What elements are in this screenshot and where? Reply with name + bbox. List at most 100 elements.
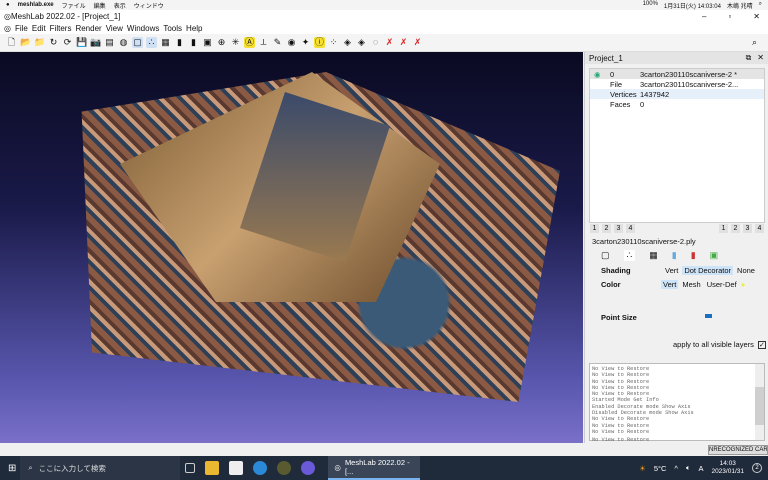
bbox-mode-icon[interactable]: ▢ [601,250,610,261]
menu-view[interactable]: View [106,24,123,33]
log-console[interactable]: No View to Restore No View to Restore No V… [589,363,765,443]
taskbar-clock[interactable]: 14:03 2023/01/31 [711,460,744,476]
store-icon[interactable] [229,461,244,475]
panel-close-icon[interactable]: ✕ [757,53,764,63]
layer-row[interactable]: ◉ 0 3carton230110scaniverse-2 * [590,69,764,79]
minimize-button[interactable]: – [702,12,706,21]
mac-menu-view[interactable]: 表示 [114,1,126,10]
align-icon[interactable]: ✳ [230,37,241,48]
sphere-icon[interactable]: ◍ [118,37,129,48]
volume-icon[interactable]: 🔈︎ [686,463,691,473]
weather-temp[interactable]: 5°C [654,464,667,473]
globe-icon[interactable]: ⊕ [216,37,227,48]
pick-icon[interactable]: ◉ [286,37,297,48]
status-badge: NRECOGNIZED CAR [708,445,768,455]
view-button[interactable]: 3 [614,224,623,233]
texture-icon[interactable]: ▣ [202,37,213,48]
shading-dot-decorator[interactable]: Dot Decorator [682,266,734,275]
save-icon[interactable]: 💾 [76,37,87,48]
paint-icon[interactable]: ✎ [272,37,283,48]
apple-icon[interactable]: ● [6,2,10,8]
annotation-icon[interactable]: Ⓐ [244,37,255,48]
menu-file[interactable]: File [15,24,28,33]
log-scrollbar[interactable] [755,364,764,440]
flat-mode-icon[interactable]: ▮ [672,250,677,261]
flat-icon[interactable]: ▮ [174,37,185,48]
color-user-def[interactable]: User-Def [705,280,739,289]
weather-icon[interactable]: ☀ [639,464,646,473]
visibility-icon[interactable]: ◉ [594,70,610,79]
zoom-icon[interactable]: ⌕ [749,37,760,48]
mac-app-name[interactable]: meshlab.exe [18,2,54,8]
smooth-icon[interactable]: ▮ [188,37,199,48]
shading-vert[interactable]: Vert [663,266,680,275]
mac-menu-window[interactable]: ウィンドウ [134,1,164,10]
notification-badge[interactable]: 2 [752,463,762,473]
wire-mode-icon[interactable]: ▦ [649,250,658,261]
ime-indicator[interactable]: A [698,464,703,473]
select-conn-icon[interactable]: ◈ [356,37,367,48]
3d-viewport[interactable] [0,52,583,443]
view-button[interactable]: 3 [743,224,752,233]
color-vert[interactable]: Vert [661,280,679,289]
open-project-icon[interactable]: 📁 [34,37,45,48]
menu-help[interactable]: Help [186,24,202,33]
layer-icon[interactable]: ▤ [104,37,115,48]
delete-face-icon[interactable]: ✗ [398,37,409,48]
smooth-mode-icon[interactable]: ▮ [691,250,696,261]
mac-menu-file[interactable]: ファイル [62,1,86,10]
edge-icon[interactable] [253,461,268,475]
new-file-icon[interactable]: 🗋 [6,37,17,48]
color-mesh[interactable]: Mesh [680,280,702,289]
apply-all-checkbox[interactable]: ✓ [757,340,766,349]
task-view-icon[interactable] [185,463,196,473]
open-icon[interactable]: 📂 [20,37,31,48]
restore-button[interactable]: ▫ [728,12,731,21]
measure-icon[interactable]: ⟂ [258,37,269,48]
view-button[interactable]: 1 [590,224,599,233]
mac-menu-edit[interactable]: 編集 [94,1,106,10]
mac-clock[interactable]: 1月31日(火) 14:03:04 [664,1,721,10]
tray-chevron-icon[interactable]: ^ [674,464,678,473]
copilot-icon[interactable] [301,461,316,475]
mac-menu-bar: ● meshlab.exe ファイル 編集 表示 ウィンドウ 100% 1月31… [0,0,768,10]
taskbar-search[interactable]: ⌕ ここに入力して検索 [20,456,181,480]
reload-all-icon[interactable]: ⟳ [62,37,73,48]
points-icon[interactable]: ∴ [146,37,157,48]
mac-user[interactable]: 木嶋 兆晴 [727,1,753,10]
close-button[interactable]: ✕ [753,12,760,21]
select-vert-icon[interactable]: ⁘ [328,37,339,48]
view-button[interactable]: 2 [731,224,740,233]
spotlight-icon[interactable]: ⌕ [759,1,762,10]
point-size-slider[interactable] [705,314,712,318]
shading-none[interactable]: None [735,266,757,275]
delete-all-icon[interactable]: ✗ [412,37,423,48]
battery-percent[interactable]: 100% [643,1,658,10]
wireframe-icon[interactable]: ▦ [160,37,171,48]
menu-render[interactable]: Render [75,24,101,33]
menu-windows[interactable]: Windows [127,24,159,33]
user-color-swatch[interactable]: ● [741,280,746,289]
view-button[interactable]: 4 [626,224,635,233]
windows-start-icon[interactable]: ⊞ [8,463,16,474]
texture-mode-icon[interactable]: ▣ [710,250,719,261]
view-button[interactable]: 4 [755,224,764,233]
view-button[interactable]: 2 [602,224,611,233]
menu-edit[interactable]: Edit [32,24,46,33]
taskbar-meshlab-button[interactable]: ◎ MeshLab 2022.02 - [... [328,456,421,480]
menu-tools[interactable]: Tools [163,24,182,33]
select-face-icon[interactable]: ◈ [342,37,353,48]
select-lasso-icon[interactable]: ◌ [370,37,381,48]
app-icon[interactable] [277,461,292,475]
delete-vert-icon[interactable]: ✗ [384,37,395,48]
snapshot-icon[interactable]: 📷 [90,37,101,48]
points-mode-icon[interactable]: ∴ [623,250,636,261]
manip-icon[interactable]: ✦ [300,37,311,48]
reload-icon[interactable]: ↻ [48,37,59,48]
view-button[interactable]: 1 [719,224,728,233]
menu-filters[interactable]: Filters [50,24,72,33]
float-icon[interactable]: ⧉ [746,53,752,63]
bbox-icon[interactable]: ▢ [132,37,143,48]
file-explorer-icon[interactable] [205,461,220,475]
info-icon[interactable]: ⓘ [314,37,325,48]
